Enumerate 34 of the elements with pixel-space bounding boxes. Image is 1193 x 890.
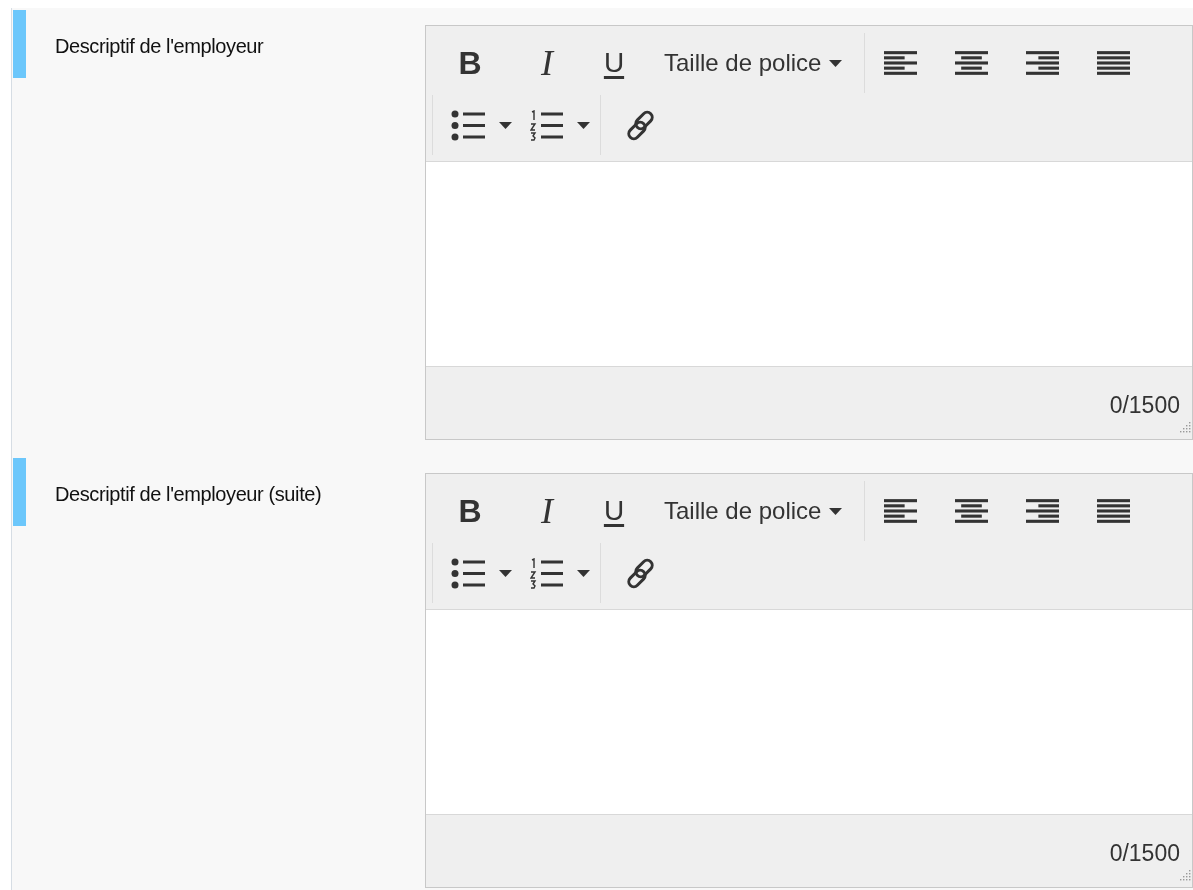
align-right-icon [1026,498,1060,524]
field-label: Descriptif de l'employeur [55,35,265,58]
font-size-dropdown[interactable]: Taille de police [642,38,865,88]
resize-grip-icon[interactable] [1179,421,1191,433]
align-center-icon [955,50,989,76]
section-marker [13,10,26,78]
caret-icon [577,569,590,577]
caret-icon [829,507,843,515]
bold-button[interactable]: B [432,38,508,88]
bullet-list-icon [451,109,485,141]
align-right-icon [1026,50,1060,76]
section-marker [13,458,26,526]
italic-button[interactable]: I [508,38,586,88]
font-size-dropdown[interactable]: Taille de police [642,486,865,536]
justify-icon [1097,50,1131,76]
bullet-list-icon [451,557,485,589]
align-left-icon [884,50,918,76]
align-center-icon [955,498,989,524]
field-label: Descriptif de l'employeur (suite) [55,483,323,506]
align-left-icon [884,498,918,524]
caret-icon [499,569,512,577]
underline-button[interactable]: U [586,38,642,88]
italic-button[interactable]: I [508,486,586,536]
caret-icon [499,121,512,129]
caret-icon [829,59,843,67]
underline-button[interactable]: U [586,486,642,536]
numbered-list-icon [530,109,563,141]
numbered-list-icon [530,557,563,589]
bold-button[interactable]: B [432,486,508,536]
character-counter: 0/1500 [1109,839,1180,867]
justify-icon [1097,498,1131,524]
character-counter: 0/1500 [1109,391,1180,419]
resize-grip-icon[interactable] [1179,869,1191,881]
caret-icon [577,121,590,129]
